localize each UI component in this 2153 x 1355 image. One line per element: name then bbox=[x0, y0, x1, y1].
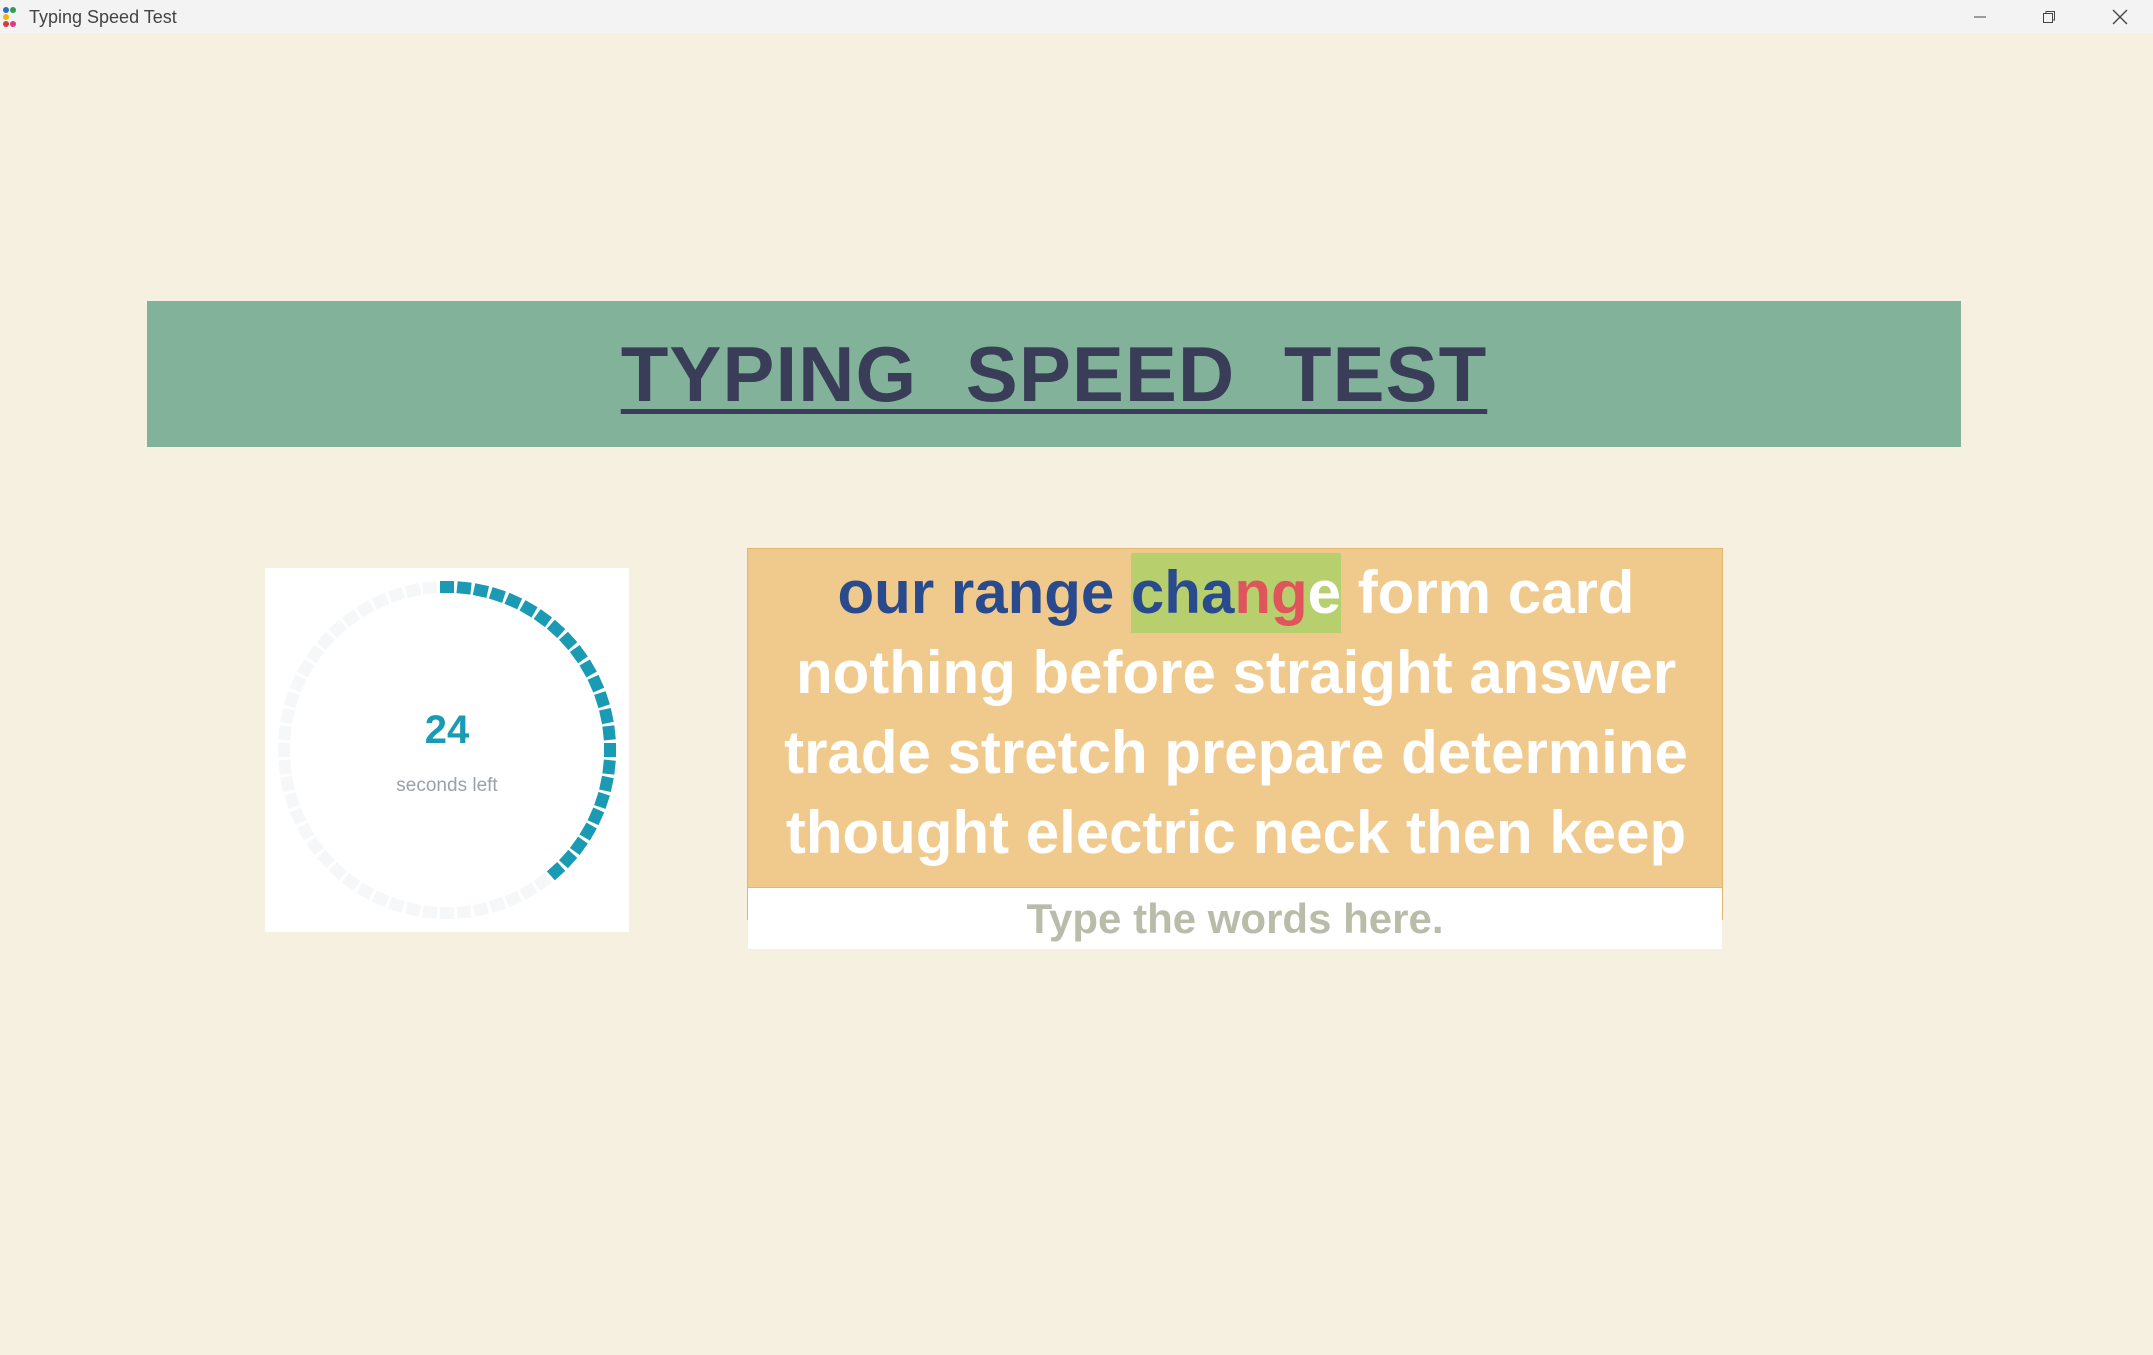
timer-segment-remaining bbox=[533, 609, 552, 628]
timer-segment-elapsed bbox=[456, 905, 472, 919]
words-line: nothing before straight answer bbox=[748, 633, 1724, 713]
pending-word: then bbox=[1406, 799, 1533, 866]
current-word-char-ok: h bbox=[1164, 559, 1201, 626]
timer-segment-elapsed bbox=[316, 631, 336, 651]
timer-segment-elapsed bbox=[504, 890, 523, 908]
timer-segment-remaining bbox=[488, 587, 506, 603]
timer-segment-elapsed bbox=[472, 902, 489, 917]
pending-word: straight bbox=[1232, 639, 1453, 706]
pending-word: keep bbox=[1549, 799, 1687, 866]
seconds-left-label: seconds left bbox=[396, 775, 498, 796]
timer-segment-elapsed bbox=[388, 587, 406, 603]
timer-segment-remaining bbox=[558, 849, 578, 869]
current-word-char-bad: n bbox=[1234, 559, 1271, 626]
app-logo-icon bbox=[3, 7, 16, 27]
timer-segment-elapsed bbox=[405, 583, 422, 598]
window-title: Typing Speed Test bbox=[29, 7, 177, 27]
current-word-char-ok: c bbox=[1130, 559, 1165, 626]
typed-word: our bbox=[837, 559, 935, 626]
restore-icon bbox=[2043, 10, 2055, 23]
current-word-char-todo: e bbox=[1307, 559, 1342, 626]
target-words: our range change form card nothing before… bbox=[748, 549, 1724, 887]
timer-segment-remaining bbox=[546, 619, 566, 639]
timer-segment-elapsed bbox=[289, 674, 307, 693]
words-panel: our range change form card nothing before… bbox=[747, 548, 1724, 949]
pending-word: electric bbox=[1025, 799, 1236, 866]
words-line: trade stretch prepare determine bbox=[748, 713, 1724, 793]
pending-word: nothing bbox=[795, 639, 1016, 706]
timer-segment-remaining bbox=[587, 807, 605, 826]
pending-word: neck bbox=[1252, 799, 1390, 866]
timer-segment-remaining bbox=[569, 645, 588, 664]
timer-segment-elapsed bbox=[306, 836, 325, 855]
countdown-timer: 24 seconds left bbox=[265, 568, 629, 932]
timer-segment-elapsed bbox=[284, 691, 300, 709]
words-line: thought electric neck then keep bbox=[748, 793, 1724, 873]
typing-input[interactable] bbox=[748, 887, 1722, 949]
page-title: TYPING SPEED TEST bbox=[620, 329, 1488, 418]
words-line: our range change form card bbox=[748, 553, 1724, 633]
timer-segment-remaining bbox=[569, 836, 588, 855]
timer-segment-elapsed bbox=[440, 907, 454, 919]
window-titlebar: Typing Speed Test bbox=[0, 0, 2153, 33]
seconds-left-value: 24 bbox=[424, 708, 470, 752]
pending-word: stretch bbox=[947, 719, 1148, 786]
timer-segment-remaining bbox=[456, 581, 472, 595]
timer-segment-elapsed bbox=[328, 619, 348, 639]
timer-segment-elapsed bbox=[488, 897, 506, 913]
pending-word: before bbox=[1032, 639, 1216, 706]
typed-word: range bbox=[950, 559, 1115, 626]
current-word-char-bad: g bbox=[1270, 559, 1308, 626]
restore-button[interactable] bbox=[2017, 0, 2081, 33]
timer-segment-remaining bbox=[440, 581, 454, 593]
timer-segment-remaining bbox=[602, 759, 616, 775]
pending-word: trade bbox=[784, 719, 931, 786]
timer-segment-elapsed bbox=[371, 592, 390, 610]
timer-segment-elapsed bbox=[306, 645, 325, 664]
pending-word: thought bbox=[785, 799, 1010, 866]
timer-segment-remaining bbox=[546, 861, 566, 881]
timer-segment-elapsed bbox=[278, 759, 292, 775]
timer-segment-remaining bbox=[504, 592, 523, 610]
timer-segment-elapsed bbox=[342, 872, 361, 891]
close-button[interactable] bbox=[2088, 0, 2152, 33]
timer-segment-elapsed bbox=[356, 600, 375, 618]
timer-segment-elapsed bbox=[388, 897, 406, 913]
timer-segment-elapsed bbox=[519, 882, 538, 900]
current-word: change bbox=[1130, 553, 1342, 633]
timer-segment-elapsed bbox=[533, 872, 552, 891]
timer-segment-elapsed bbox=[422, 581, 438, 595]
pending-word: answer bbox=[1469, 639, 1677, 706]
timer-segment-elapsed bbox=[297, 822, 315, 841]
timer-segment-elapsed bbox=[289, 807, 307, 826]
pending-word: determine bbox=[1401, 719, 1688, 786]
timer-segment-elapsed bbox=[371, 890, 390, 908]
minimize-icon bbox=[1974, 16, 1986, 17]
timer-segment-elapsed bbox=[405, 902, 422, 917]
timer-segment-elapsed bbox=[297, 659, 315, 678]
timer-segment-elapsed bbox=[328, 861, 348, 881]
timer-segment-remaining bbox=[472, 583, 489, 598]
current-word-char-ok: a bbox=[1200, 559, 1235, 626]
timer-segment-remaining bbox=[587, 674, 605, 693]
timer-segment-elapsed bbox=[422, 905, 438, 919]
timer-segment-remaining bbox=[579, 659, 597, 678]
timer-segment-remaining bbox=[579, 822, 597, 841]
pending-word: prepare bbox=[1164, 719, 1385, 786]
timer-segment-remaining bbox=[519, 600, 538, 618]
title-banner: TYPING SPEED TEST bbox=[147, 301, 1961, 447]
timer-segment-elapsed bbox=[342, 609, 361, 628]
minimize-button[interactable] bbox=[1948, 0, 2012, 33]
timer-segment-elapsed bbox=[356, 882, 375, 900]
pending-word: form bbox=[1357, 559, 1492, 626]
timer-segment-remaining bbox=[594, 691, 610, 709]
pending-word: card bbox=[1507, 559, 1635, 626]
timer-segment-remaining bbox=[558, 631, 578, 651]
close-icon bbox=[2112, 9, 2128, 24]
timer-segment-elapsed bbox=[316, 849, 336, 869]
